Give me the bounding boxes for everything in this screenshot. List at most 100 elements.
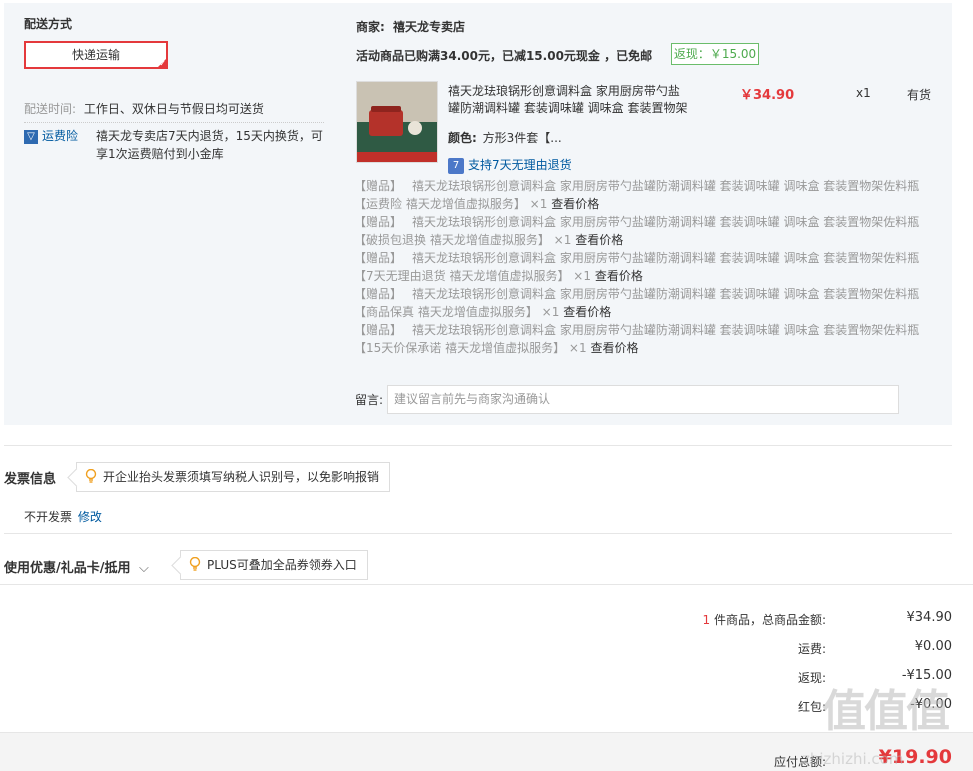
product-image-icon [357, 82, 437, 162]
payable-label: 应付总额: [773, 755, 826, 769]
promo-text: 活动商品已购满34.00元，已减15.00元现金 ，已免邮 [356, 49, 653, 63]
product-title-line2: 罐防潮调料罐 套装调味罐 调味盒 套装置物架 [448, 101, 688, 115]
gift-line: 【赠品】 禧天龙珐琅锅形创意调料盒 家用厨房带勺盐罐防潮调料罐 套装调味罐 调味盒… [354, 213, 919, 230]
freight-insurance-line2: 享1次运费赔付到小金库 [96, 147, 224, 161]
check-icon: ✓ [159, 59, 166, 68]
gift-text: 禧天龙珐琅锅形创意调料盒 家用厨房带勺盐罐防潮调料罐 套装调味罐 调味盒 套装置… [412, 215, 920, 229]
service-line: 【7天无理由退货 禧天龙增值虚拟服务】 ×1 查看价格 [354, 267, 643, 284]
summary-divider [0, 584, 973, 585]
gift-text: 禧天龙珐琅锅形创意调料盒 家用厨房带勺盐罐防潮调料罐 套装调味罐 调味盒 套装置… [412, 251, 920, 265]
merchant-header: 商家: 禧天龙专卖店 [356, 18, 465, 35]
shield-icon: ▽ [24, 129, 38, 144]
view-price-link[interactable]: 查看价格 [551, 197, 599, 211]
freight-insurance-desc: 禧天龙专卖店7天内退货，15天内换货，可 享1次运费赔付到小金库 [96, 127, 336, 163]
gift-prefix: 【赠品】 [354, 287, 403, 301]
invoice-tip: 开企业抬头发票须填写纳税人识别号，以免影响报销 [67, 462, 391, 492]
merchant-label: 商家: [356, 20, 385, 34]
tip-arrow [171, 556, 190, 575]
service-text: 禧天龙增值虚拟服务】 ×1 [405, 197, 548, 211]
view-price-link[interactable]: 查看价格 [595, 269, 643, 283]
service-line: 【15天价保承诺 禧天龙增值虚拟服务】 ×1 查看价格 [354, 339, 638, 356]
gift-line: 【赠品】 禧天龙珐琅锅形创意调料盒 家用厨房带勺盐罐防潮调料罐 套装调味罐 调味盒… [354, 285, 919, 302]
shipping-fee: ¥0.00 [914, 639, 952, 654]
message-input[interactable]: 建议留言前先与商家沟通确认 [387, 385, 899, 414]
gift-prefix: 【赠品】 [354, 251, 403, 265]
item-count-label: 件商品，总商品金额: [713, 613, 826, 627]
product-thumbnail[interactable] [356, 81, 438, 163]
item-count: 1 [702, 613, 711, 627]
gift-prefix: 【赠品】 [354, 215, 403, 229]
gift-text: 禧天龙珐琅锅形创意调料盒 家用厨房带勺盐罐防潮调料罐 套装调味罐 调味盒 套装置… [412, 287, 920, 301]
service-text: 禧天龙增值虚拟服务】 ×1 [429, 233, 572, 247]
return-policy-text: 支持7天无理由退货 [468, 158, 572, 172]
redpacket-label: 红包: [797, 700, 826, 714]
service-prefix: 【商品保真 [354, 305, 415, 319]
gift-line: 【赠品】 禧天龙珐琅锅形创意调料盒 家用厨房带勺盐罐防潮调料罐 套装调味罐 调味盒… [354, 177, 919, 194]
invoice-title: 发票信息 [4, 472, 57, 487]
color-value: 方形3件套【... [482, 131, 562, 145]
item-count-row: 1 件商品，总商品金额: [626, 611, 826, 628]
cashback-badge: 返现：￥15.00 [671, 43, 759, 65]
shipping-method-label: 快递运输 [71, 48, 120, 62]
section-divider [4, 533, 952, 534]
gift-text: 禧天龙珐琅锅形创意调料盒 家用厨房带勺盐罐防潮调料罐 套装调味罐 调味盒 套装置… [412, 179, 920, 193]
service-line: 【破损包退换 禧天龙增值虚拟服务】 ×1 查看价格 [354, 231, 623, 248]
gift-text: 禧天龙珐琅锅形创意调料盒 家用厨房带勺盐罐防潮调料罐 套装调味罐 调味盒 套装置… [412, 323, 920, 337]
view-price-link[interactable]: 查看价格 [563, 305, 611, 319]
delivery-title: 配送方式 [24, 17, 73, 31]
cashback-label: 返现: [797, 671, 826, 685]
delivery-time-label: 配送时间: [24, 102, 77, 116]
watermark-logo-text: 值值值 [822, 686, 950, 737]
product-qty: x1 [856, 86, 871, 100]
return-policy: 7 支持7天无理由退货 [448, 156, 572, 174]
stock-status: 有货 [907, 88, 932, 102]
gift-prefix: 【赠品】 [354, 323, 403, 337]
service-prefix: 【7天无理由退货 [354, 269, 446, 283]
delivery-time-value: 工作日、双休日与节假日均可送货 [83, 102, 264, 116]
freight-insurance-link[interactable]: ▽ 运费险 [24, 127, 78, 144]
tip-arrow [67, 468, 86, 487]
coupon-toggle[interactable]: 使用优惠/礼品卡/抵用 ⌵ [4, 557, 149, 576]
service-line: 【运费险 禧天龙增值虚拟服务】 ×1 查看价格 [354, 195, 599, 212]
lightbulb-icon [189, 557, 201, 571]
delivery-divider [24, 122, 324, 124]
merchant-name[interactable]: 禧天龙专卖店 [393, 20, 465, 34]
product-price: ￥34.90 [740, 88, 795, 103]
service-prefix: 【15天价保承诺 [354, 341, 442, 355]
service-text: 禧天龙增值虚拟服务】 ×1 [445, 341, 587, 355]
freight-insurance-line1: 禧天龙专卖店7天内退货，15天内换货，可 [96, 129, 323, 143]
cashback-amount: -¥15.00 [901, 668, 952, 683]
service-prefix: 【运费险 [354, 197, 403, 211]
service-text: 禧天龙增值虚拟服务】 ×1 [449, 269, 591, 283]
invoice-value: 不开发票 修改 [24, 508, 102, 525]
product-color: 颜色: 方形3件套【... [448, 129, 562, 146]
coupon-title: 使用优惠/礼品卡/抵用 [4, 561, 131, 576]
invoice-status: 不开发票 [24, 510, 73, 524]
message-label: 留言: [355, 393, 384, 407]
watermark-logo: 值值值 zhizhizhi.com [802, 686, 972, 769]
view-price-link[interactable]: 查看价格 [590, 341, 638, 355]
gift-line: 【赠品】 禧天龙珐琅锅形创意调料盒 家用厨房带勺盐罐防潮调料罐 套装调味罐 调味盒… [354, 321, 919, 338]
chevron-down-icon: ⌵ [139, 561, 149, 576]
gift-line: 【赠品】 禧天龙珐琅锅形创意调料盒 家用厨房带勺盐罐防潮调料罐 套装调味罐 调味盒… [354, 249, 919, 266]
shipping-label: 运费: [797, 642, 826, 656]
product-title[interactable]: 禧天龙珐琅锅形创意调料盒 家用厨房带勺盐 罐防潮调料罐 套装调味罐 调味盒 套装… [448, 83, 708, 117]
watermark-url: zhizhizhi.com [802, 750, 904, 768]
product-title-line1: 禧天龙珐琅锅形创意调料盒 家用厨房带勺盐 [448, 84, 680, 98]
service-prefix: 【破损包退换 [354, 233, 427, 247]
goods-total: ¥34.90 [906, 610, 953, 625]
shipping-method-button[interactable]: 快递运输 ✓ [24, 41, 168, 69]
plus-coupon-tip-text: PLUS可叠加全品券领券入口 [207, 558, 357, 572]
freight-insurance-label: 运费险 [42, 129, 79, 143]
view-price-link[interactable]: 查看价格 [575, 233, 623, 247]
gift-prefix: 【赠品】 [354, 179, 403, 193]
seven-day-return-icon: 7 [448, 157, 464, 174]
service-text: 禧天龙增值虚拟服务】 ×1 [417, 305, 560, 319]
color-label: 颜色: [448, 131, 477, 145]
plus-coupon-tip[interactable]: PLUS可叠加全品券领券入口 [171, 550, 368, 580]
service-line: 【商品保真 禧天龙增值虚拟服务】 ×1 查看价格 [354, 303, 611, 320]
lightbulb-icon [85, 469, 97, 483]
invoice-edit-link[interactable]: 修改 [78, 510, 102, 524]
invoice-tip-text: 开企业抬头发票须填写纳税人识别号，以免影响报销 [103, 470, 380, 484]
section-divider [4, 445, 952, 446]
